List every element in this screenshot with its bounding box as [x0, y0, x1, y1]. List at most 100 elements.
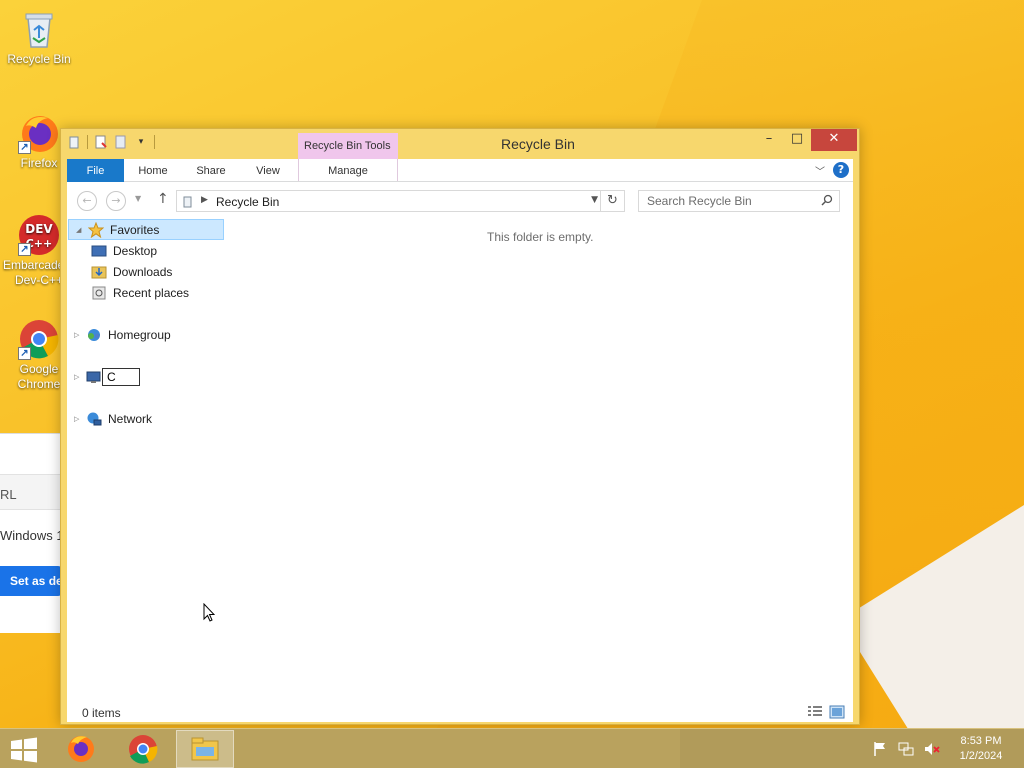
- navigation-pane: ◢ Favorites Desktop Downloads Recent pla…: [67, 218, 227, 704]
- desktop-icon: [91, 243, 107, 259]
- rename-field[interactable]: [102, 367, 140, 386]
- recycle-bin-icon: [18, 8, 60, 50]
- recent-places-icon: [91, 285, 107, 301]
- system-tray: [872, 741, 940, 757]
- expand-arrow-icon[interactable]: ▷: [74, 331, 84, 339]
- firefox-icon: ↗: [18, 112, 60, 154]
- shortcut-arrow-icon: ↗: [18, 141, 31, 154]
- search-box[interactable]: [638, 190, 840, 212]
- action-center-flag-icon[interactable]: [872, 741, 888, 757]
- network-tray-icon[interactable]: [898, 741, 914, 757]
- close-button[interactable]: ✕: [811, 129, 857, 151]
- desktop-icon-recycle-bin[interactable]: Recycle Bin: [1, 8, 77, 67]
- context-tab-group: Recycle Bin Tools: [298, 133, 398, 159]
- start-button[interactable]: [8, 737, 40, 763]
- address-dropdown-icon[interactable]: ▼: [591, 195, 598, 205]
- tree-item-label: Desktop: [113, 243, 158, 258]
- taskbar-file-explorer[interactable]: [176, 730, 234, 768]
- title-bar[interactable]: ▾ Recycle Bin Tools Recycle Bin – □ ✕: [61, 129, 859, 159]
- navigation-bar: ← → ▼ ↑ ▶ Recycle Bin ▼ ↻: [67, 182, 853, 218]
- tab-view[interactable]: View: [248, 159, 288, 181]
- tab-home[interactable]: Home: [133, 159, 173, 181]
- empty-folder-message: This folder is empty.: [487, 230, 594, 244]
- tab-manage[interactable]: Manage: [298, 159, 398, 181]
- chrome-icon: ↗: [18, 318, 60, 360]
- computer-icon: [86, 369, 102, 385]
- downloads-folder-icon: [91, 264, 107, 280]
- toolbar-separator: [87, 135, 88, 149]
- desktop-icon-label: Recycle Bin: [7, 52, 71, 66]
- item-count: 0 items: [82, 706, 121, 720]
- background-app-panel: RL Windows 1 Set as de: [0, 433, 64, 633]
- tree-item-desktop[interactable]: Desktop: [89, 240, 157, 261]
- search-input[interactable]: [639, 191, 809, 211]
- mouse-cursor-icon: [203, 602, 216, 623]
- taskbar-chrome[interactable]: [114, 730, 172, 768]
- address-bar[interactable]: ▶ Recycle Bin ▼: [176, 190, 601, 212]
- svg-text:DEV: DEV: [25, 222, 53, 236]
- tree-item-label: Favorites: [110, 222, 160, 237]
- window-title: Recycle Bin: [501, 136, 575, 152]
- taskbar: 8:53 PM 1/2/2024: [0, 728, 1024, 768]
- help-icon[interactable]: ?: [833, 162, 849, 178]
- background-text: Windows 1: [0, 528, 64, 543]
- tree-item-label: Recent places: [113, 285, 190, 300]
- shortcut-arrow-icon: ↗: [18, 243, 31, 256]
- tree-item-this-pc[interactable]: ▷: [67, 366, 140, 387]
- maximize-button[interactable]: □: [783, 129, 811, 151]
- view-switcher: [807, 705, 845, 719]
- large-icons-view-icon[interactable]: [829, 705, 845, 719]
- tree-item-favorites[interactable]: ◢ Favorites: [68, 219, 224, 240]
- recycle-bin-small-icon: [181, 195, 194, 208]
- tab-share[interactable]: Share: [191, 159, 231, 181]
- file-explorer-icon: [191, 737, 219, 761]
- forward-button[interactable]: →: [106, 191, 126, 211]
- refresh-button[interactable]: ↻: [601, 190, 625, 212]
- tree-item-recent-places[interactable]: Recent places: [89, 282, 189, 303]
- expand-arrow-icon[interactable]: ▷: [74, 373, 84, 381]
- ribbon-controls: ﹀ ?: [815, 162, 849, 178]
- expand-arrow-icon[interactable]: ▷: [74, 415, 84, 423]
- tree-item-label: Homegroup: [108, 327, 171, 342]
- set-as-default-button[interactable]: Set as de: [0, 566, 62, 596]
- dev-cpp-icon: DEV C++ ↗: [18, 214, 60, 256]
- recycle-bin-small-icon[interactable]: [67, 135, 81, 149]
- toolbar-separator: [154, 135, 155, 149]
- tree-item-label: Downloads: [113, 264, 173, 279]
- breadcrumb-chevron-icon[interactable]: ▶: [201, 195, 208, 205]
- clock-date: 1/2/2024: [959, 750, 1003, 762]
- tab-file[interactable]: File: [67, 159, 124, 182]
- homegroup-icon: [86, 327, 102, 343]
- network-icon: [86, 411, 102, 427]
- new-folder-icon[interactable]: [114, 135, 128, 149]
- search-icon[interactable]: [821, 194, 833, 206]
- background-url-field[interactable]: RL: [0, 474, 62, 510]
- up-button[interactable]: ↑: [157, 191, 169, 207]
- tree-item-downloads[interactable]: Downloads: [89, 261, 172, 282]
- breadcrumb[interactable]: Recycle Bin: [216, 195, 279, 209]
- properties-icon[interactable]: [94, 135, 108, 149]
- back-button[interactable]: ←: [77, 191, 97, 211]
- firefox-icon: [68, 736, 94, 762]
- ribbon-tabs: File Home Share View Manage ﹀ ?: [67, 159, 853, 182]
- expand-ribbon-chevron-icon[interactable]: ﹀: [815, 163, 825, 178]
- tree-item-network[interactable]: ▷ Network: [67, 408, 152, 429]
- star-icon: [87, 221, 105, 238]
- quick-access-toolbar: ▾: [67, 135, 155, 149]
- clock-time: 8:53 PM: [960, 735, 1002, 747]
- customize-toolbar-dropdown-icon[interactable]: ▾: [134, 135, 148, 149]
- taskbar-firefox[interactable]: [52, 730, 110, 768]
- taskbar-clock[interactable]: 8:53 PM 1/2/2024: [950, 734, 1012, 764]
- tree-item-homegroup[interactable]: ▷ Homegroup: [67, 324, 171, 345]
- chrome-icon: [129, 735, 158, 764]
- status-bar: 0 items: [67, 704, 853, 722]
- volume-muted-icon[interactable]: [924, 741, 940, 757]
- explorer-window: ▾ Recycle Bin Tools Recycle Bin – □ ✕ Fi…: [60, 128, 860, 725]
- shortcut-arrow-icon: ↗: [18, 347, 31, 360]
- content-area: ◢ Favorites Desktop Downloads Recent pla…: [67, 218, 853, 704]
- minimize-button[interactable]: –: [755, 129, 783, 151]
- collapse-arrow-icon[interactable]: ◢: [76, 226, 86, 234]
- recent-locations-dropdown-icon[interactable]: ▼: [135, 194, 141, 203]
- details-view-icon[interactable]: [807, 705, 823, 719]
- tree-item-label: Network: [108, 411, 153, 426]
